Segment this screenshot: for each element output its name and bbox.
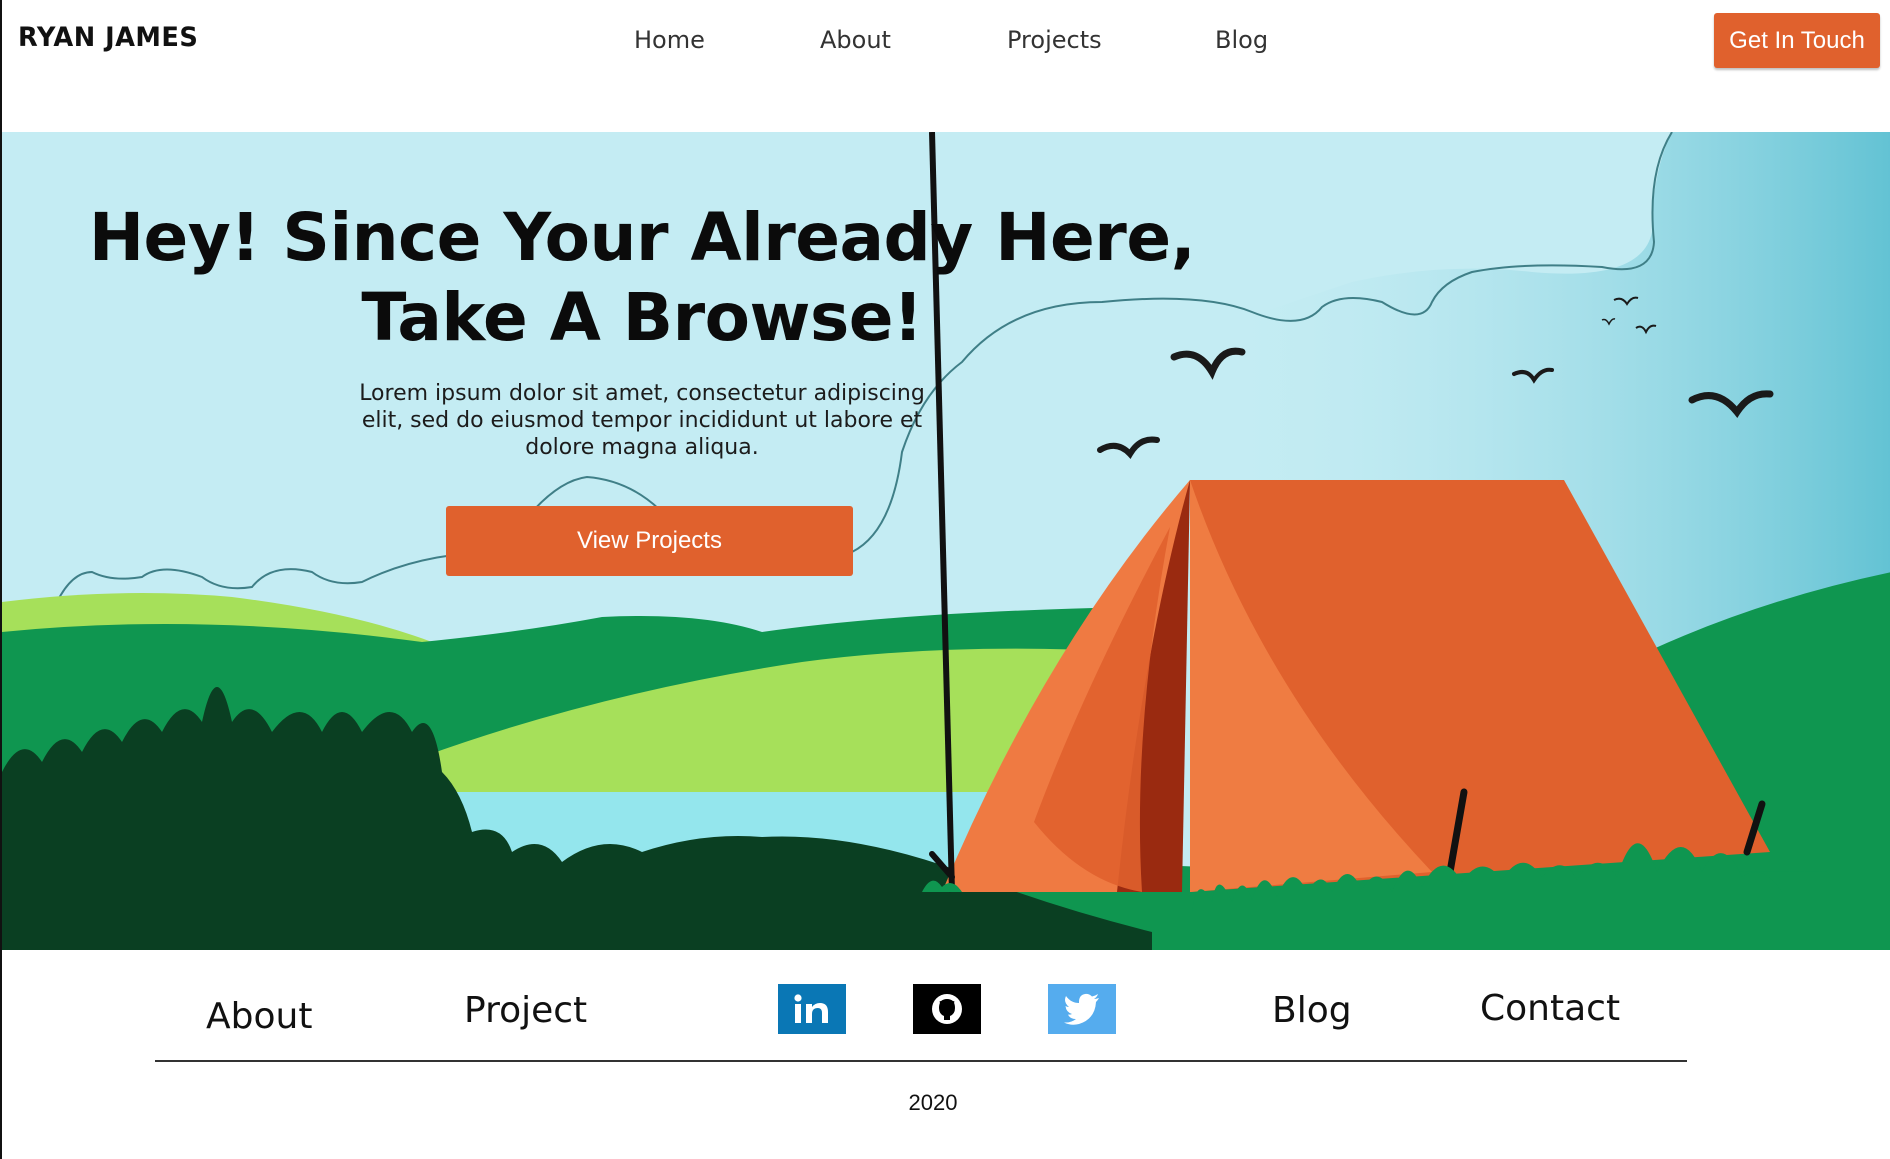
nav-projects[interactable]: Projects xyxy=(1007,26,1102,54)
github-glyph xyxy=(932,994,962,1024)
footer-link-about[interactable]: About xyxy=(206,996,312,1037)
hero-title-line1: Hey! Since Your Already Here, xyxy=(88,199,1196,276)
view-projects-button[interactable]: View Projects xyxy=(446,506,853,576)
footer-link-blog[interactable]: Blog xyxy=(1272,990,1352,1031)
footer-year: 2020 xyxy=(908,1090,958,1115)
hero-description: Lorem ipsum dolor sit amet, consectetur … xyxy=(359,381,925,460)
get-in-touch-button[interactable]: Get In Touch xyxy=(1714,13,1880,68)
hero-section: Hey! Since Your Already Here, Take A Bro… xyxy=(0,132,1890,950)
brand-logo[interactable]: RYAN JAMES xyxy=(18,22,198,53)
site-footer: About Project Blog Contact 2020 xyxy=(0,950,1890,1159)
twitter-icon[interactable] xyxy=(1048,984,1116,1034)
footer-link-project[interactable]: Project xyxy=(464,990,587,1031)
nav-home[interactable]: Home xyxy=(634,26,705,54)
hero-title: Hey! Since Your Already Here, Take A Bro… xyxy=(62,198,1222,358)
nav-blog[interactable]: Blog xyxy=(1215,26,1268,54)
linkedin-glyph xyxy=(794,994,828,1023)
footer-divider xyxy=(155,1060,1687,1062)
hero-title-line2: Take A Browse! xyxy=(361,279,923,356)
site-header: RYAN JAMES Home About Projects Blog Get … xyxy=(0,0,1890,132)
nav-about[interactable]: About xyxy=(820,26,891,54)
github-icon[interactable] xyxy=(913,984,981,1034)
twitter-glyph xyxy=(1064,993,1099,1025)
linkedin-icon[interactable] xyxy=(778,984,846,1034)
footer-link-contact[interactable]: Contact xyxy=(1480,988,1620,1029)
